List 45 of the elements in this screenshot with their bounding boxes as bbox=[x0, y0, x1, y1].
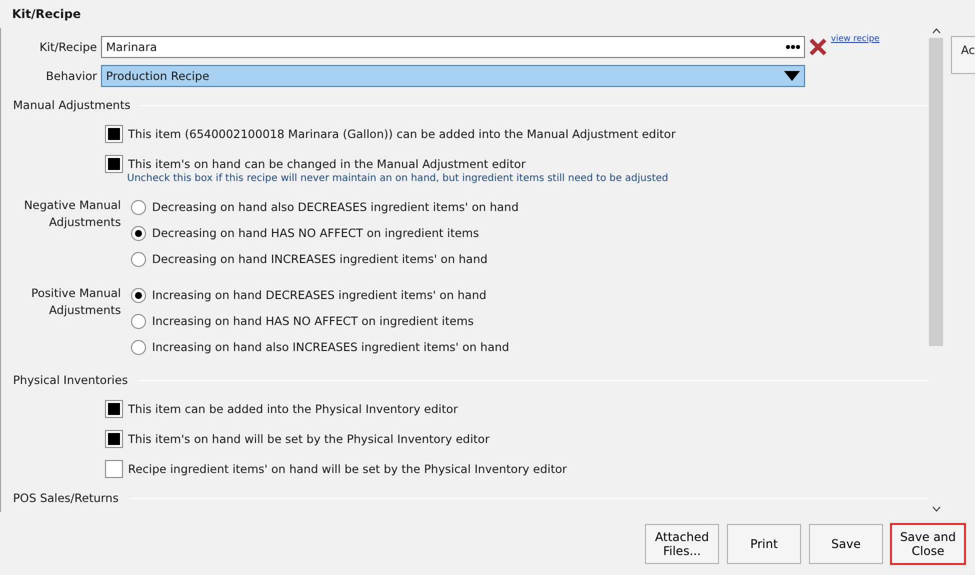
radio-button[interactable] bbox=[131, 252, 146, 266]
checkbox[interactable] bbox=[105, 400, 123, 418]
checkbox[interactable] bbox=[105, 125, 123, 143]
behavior-dropdown[interactable]: Production Recipe bbox=[101, 65, 805, 88]
radio-button[interactable] bbox=[131, 226, 146, 240]
radio-group-label: Positive Manual Adjustments bbox=[30, 285, 122, 319]
checkbox[interactable] bbox=[105, 155, 123, 173]
checkbox[interactable] bbox=[105, 460, 123, 478]
radio-label: Decreasing on hand HAS NO AFFECT on ingredient items bbox=[152, 226, 480, 240]
dropdown-caret-icon bbox=[784, 71, 800, 82]
scroll-up-icon[interactable] bbox=[932, 28, 941, 34]
section-heading: POS Sales/Returns bbox=[13, 491, 119, 505]
checkbox-label: This item (6540002100018 Marinara (Gallon)) can be added into the Manual Adjustment editor bbox=[128, 127, 676, 141]
radio-label: Increasing on hand DECREASES ingredient items' on hand bbox=[152, 288, 486, 302]
hint-text: Uncheck this box if this recipe will never maintain an on hand, but ingredient items still need to be adjusted bbox=[126, 173, 670, 184]
section-title: Kit/Recipe bbox=[11, 6, 82, 23]
view-recipe-link[interactable]: view recipe bbox=[831, 34, 880, 44]
clear-icon[interactable] bbox=[808, 36, 828, 57]
radio-label: Decreasing on hand also DECREASES ingredient items' on hand bbox=[152, 200, 519, 214]
checkbox[interactable] bbox=[105, 430, 123, 448]
section-heading: Manual Adjustments bbox=[13, 98, 130, 112]
radio-button[interactable] bbox=[131, 200, 146, 214]
radio-label: Increasing on hand also INCREASES ingredient items' on hand bbox=[152, 340, 510, 354]
scroll-down-icon[interactable] bbox=[932, 506, 941, 512]
scrollbar-thumb[interactable] bbox=[929, 38, 944, 346]
radio-label: Increasing on hand HAS NO AFFECT on ingredient items bbox=[152, 314, 474, 328]
checkbox-label: This item's on hand will be set by the Physical Inventory editor bbox=[128, 432, 490, 446]
section-heading: Physical Inventories bbox=[13, 373, 128, 387]
checkbox-label: This item's on hand can be changed in the Manual Adjustment editor bbox=[128, 157, 526, 171]
radio-group-label: Negative Manual Adjustments bbox=[22, 197, 122, 231]
ellipsis-icon[interactable] bbox=[786, 44, 800, 49]
side-button[interactable]: Ac bbox=[951, 36, 975, 74]
checkbox-label: This item can be added into the Physical Inventory editor bbox=[128, 402, 458, 416]
action-button[interactable]: Save bbox=[809, 524, 883, 564]
radio-button[interactable] bbox=[131, 340, 146, 354]
action-button[interactable]: Attached Files... bbox=[645, 524, 719, 564]
checkbox-label: Recipe ingredient items' on hand will be set by the Physical Inventory editor bbox=[128, 462, 567, 476]
radio-button[interactable] bbox=[131, 314, 146, 328]
radio-label: Decreasing on hand INCREASES ingredient items' on hand bbox=[152, 252, 488, 266]
field-label: Behavior bbox=[44, 69, 98, 84]
action-button[interactable]: Save and Close bbox=[891, 524, 965, 564]
action-button[interactable]: Print bbox=[727, 524, 801, 564]
recipe-field[interactable]: Marinara bbox=[101, 36, 805, 58]
field-label: Kit/Recipe bbox=[38, 40, 98, 54]
radio-button[interactable] bbox=[131, 288, 146, 302]
